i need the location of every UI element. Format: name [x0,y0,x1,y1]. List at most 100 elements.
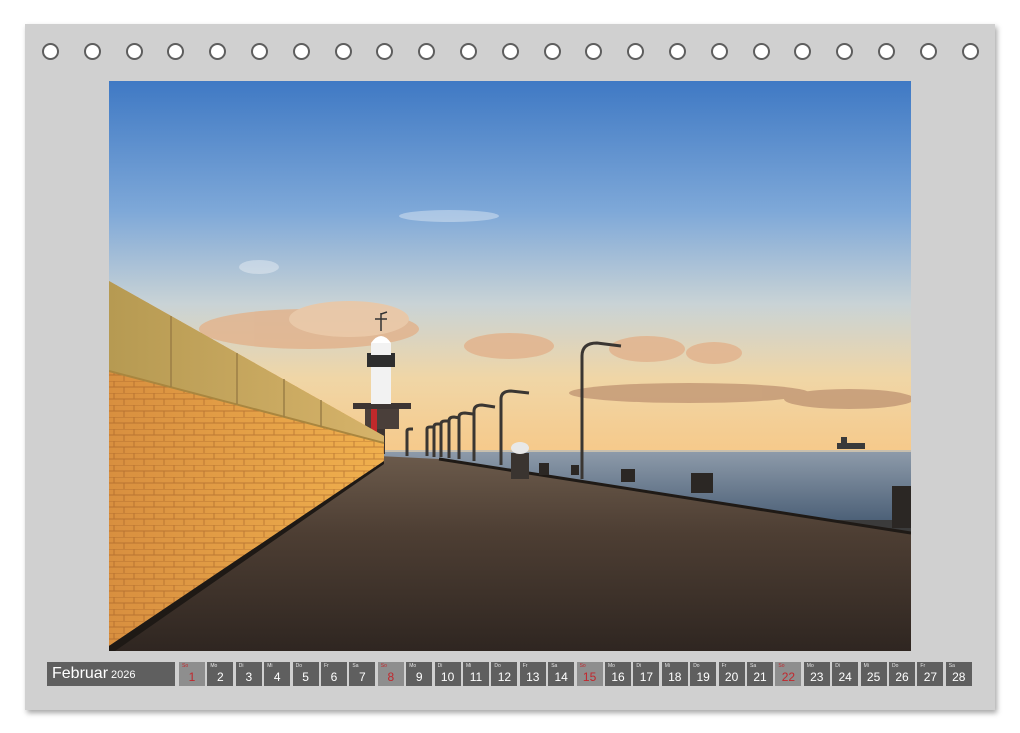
binding-hole [878,43,895,60]
day-number: 2 [207,671,233,684]
binding-hole [920,43,937,60]
day-cell: Do 5 [293,662,319,686]
binding-hole [335,43,352,60]
day-cell: Mi 18 [662,662,688,686]
weekday-label: Sa [949,663,955,669]
binding-hole [794,43,811,60]
day-cell: Di 10 [435,662,461,686]
day-cell: So 15 [577,662,603,686]
weekday-label: Fr [523,663,528,669]
day-cell: Do 12 [491,662,517,686]
year-label: 2026 [111,669,135,681]
day-number: 6 [321,671,347,684]
weekday-label: Mo [210,663,217,669]
day-number: 22 [775,671,801,684]
day-cell: Di 3 [236,662,262,686]
weekday-label: So [778,663,784,669]
binding-hole [126,43,143,60]
day-cell: Di24 [832,662,858,686]
weekday-label: Fr [920,663,925,669]
binding-hole [502,43,519,60]
day-number: 28 [946,671,972,684]
weekday-label: Di [239,663,244,669]
day-number: 10 [435,671,461,684]
day-cell: Sa 21 [747,662,773,686]
weekday-label: Mi [864,663,869,669]
binding-hole [585,43,602,60]
day-cell: Fr 20 [719,662,745,686]
day-number: 23 [804,671,830,684]
day-number: 27 [917,671,943,684]
binding-hole [627,43,644,60]
day-number: 21 [747,671,773,684]
day-cell: Do19 [690,662,716,686]
binding-hole [251,43,268,60]
weekday-label: Mi [466,663,471,669]
day-cell: Do 26 [889,662,915,686]
day-number: 3 [236,671,262,684]
weekday-label: Sa [551,663,557,669]
day-cell: So 22 [775,662,801,686]
day-number: 17 [633,671,659,684]
binding-hole [418,43,435,60]
day-number: 26 [889,671,915,684]
weekday-label: So [580,663,586,669]
weekday-label: Di [438,663,443,669]
weekday-label: Di [835,663,840,669]
day-number: 11 [463,671,489,684]
weekday-label: Do [494,663,500,669]
day-number: 14 [548,671,574,684]
day-number: 13 [520,671,546,684]
weekday-label: Sa [352,663,358,669]
day-number: 15 [577,671,603,684]
weekday-label: Sa [750,663,756,669]
day-number: 8 [378,671,404,684]
weekday-label: Fr [722,663,727,669]
weekday-label: So [381,663,387,669]
weekday-label: Mo [807,663,814,669]
day-number: 16 [605,671,631,684]
weekday-label: Do [296,663,302,669]
calendar-photo [109,81,911,651]
day-cell: Fr 13 [520,662,546,686]
weekday-label: Mo [608,663,615,669]
day-cell: Mo9 [406,662,432,686]
day-cell: Mo 23 [804,662,830,686]
day-number: 20 [719,671,745,684]
weekday-label: Do [892,663,898,669]
weekday-label: Di [636,663,641,669]
month-label: Februar2026 [47,662,175,686]
day-number: 1 [179,671,205,684]
day-number: 12 [491,671,517,684]
day-cell: Sa 14 [548,662,574,686]
binding-hole [42,43,59,60]
binding-hole [209,43,226,60]
day-number: 7 [349,671,375,684]
binding-hole [167,43,184,60]
day-number: 4 [264,671,290,684]
binding-hole [962,43,979,60]
binding-hole [84,43,101,60]
day-number: 9 [406,671,432,684]
binding-hole [293,43,310,60]
weekday-label: Mi [267,663,272,669]
binding-hole [376,43,393,60]
weekday-label: Mi [665,663,670,669]
binding-hole [711,43,728,60]
day-cell: Fr6 [321,662,347,686]
day-cell: Fr 27 [917,662,943,686]
day-number: 18 [662,671,688,684]
binding-hole [836,43,853,60]
day-cell: Mo 16 [605,662,631,686]
day-number: 25 [861,671,887,684]
binding-hole [753,43,770,60]
day-cell: Mi 11 [463,662,489,686]
day-number: 5 [293,671,319,684]
day-cell: Sa 7 [349,662,375,686]
weekday-label: Do [693,663,699,669]
day-cell: Di 17 [633,662,659,686]
binding-holes [42,43,982,65]
binding-hole [669,43,686,60]
binding-hole [544,43,561,60]
day-cell: Mi 4 [264,662,290,686]
